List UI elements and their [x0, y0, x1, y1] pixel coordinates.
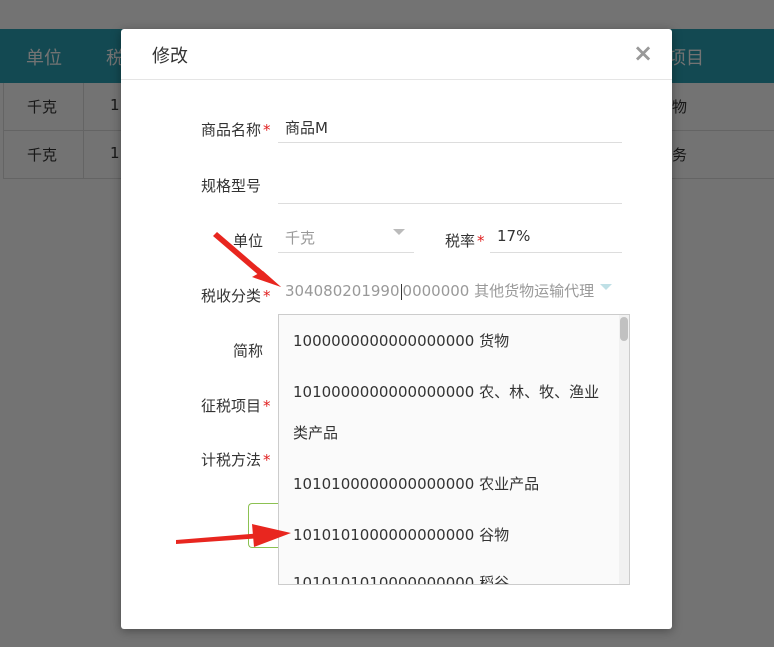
- annotation-arrows: [176, 232, 291, 547]
- red-arrow-icon: [176, 524, 291, 547]
- red-arrow-icon: [213, 232, 281, 287]
